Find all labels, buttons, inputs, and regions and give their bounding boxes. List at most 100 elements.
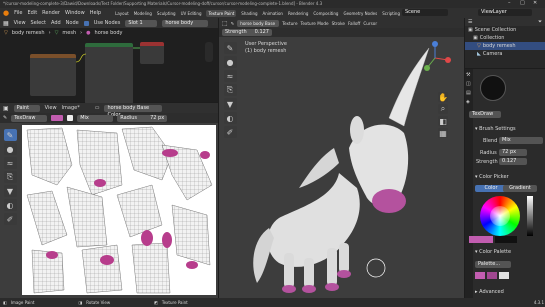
uv-texture-canvas[interactable] — [22, 125, 216, 295]
tab-uv-editing[interactable]: UV Editing — [181, 11, 202, 16]
advanced-header[interactable]: ▸ Advanced — [475, 288, 504, 297]
outliner-item[interactable]: ▣ Collection — [465, 34, 545, 42]
pan-view-icon[interactable]: ✋ — [438, 92, 448, 102]
palette-swatch[interactable] — [475, 272, 485, 279]
viewport-header: ⬚ ✎ horse body Base ... Texture Texture … — [219, 18, 464, 33]
viewport-smear-tool-icon[interactable]: ≈ — [223, 70, 237, 82]
tab-layout[interactable]: Layout — [115, 11, 129, 16]
tab-animation[interactable]: Animation — [263, 11, 283, 16]
perspective-toggle-icon[interactable]: ▦ — [438, 128, 448, 138]
menu-window[interactable]: Window — [65, 10, 85, 16]
viewport-nav-buttons: ✋ ⌕ ◧ ▦ — [438, 90, 448, 140]
color-picker-header[interactable]: ▾ Color Picker — [475, 173, 509, 182]
secondary-color-swatch[interactable] — [495, 236, 517, 243]
blender-logo-icon[interactable]: ● — [3, 9, 9, 17]
viewport-menu-falloff[interactable]: Falloff — [348, 21, 360, 26]
palette-swatch[interactable] — [487, 272, 497, 279]
current-color-swatch[interactable] — [469, 236, 493, 243]
tab-texture-paint[interactable]: Texture Paint — [206, 9, 237, 17]
menu-render[interactable]: Render — [42, 10, 60, 16]
annotate-tool-icon[interactable]: ✐ — [3, 213, 17, 225]
close-icon[interactable]: ✕ — [533, 0, 537, 6]
viewport-brush-icon: ✎ — [230, 20, 235, 26]
viewport-menu-cursor[interactable]: Cursor — [363, 21, 377, 26]
mode-selector[interactable]: Paint — [13, 104, 40, 112]
viewport-menu-texture[interactable]: Texture — [282, 21, 297, 26]
mask-tool-icon[interactable]: ◐ — [3, 199, 17, 211]
brush-name-field[interactable]: TexDraw — [469, 111, 501, 118]
output-tab-icon[interactable]: ▤ — [466, 90, 472, 96]
clone-tool-icon[interactable]: ⎘ — [3, 171, 17, 183]
value-slider[interactable] — [527, 196, 533, 236]
unicorn-model[interactable] — [239, 38, 439, 298]
tab-compositing[interactable]: Compositing — [313, 11, 338, 16]
radius-label: Radius — [120, 114, 137, 121]
strength-label: Strength — [225, 29, 247, 35]
palette-selector[interactable]: Palette... — [475, 261, 511, 268]
tab-shading[interactable]: Shading — [241, 11, 257, 16]
outliner: ☰ ⏷ ▣ Scene Collection ▣ Collection ▽ bo… — [465, 18, 545, 68]
node-editor: ▦ View Select Add Node Use Nodes Slot 1 … — [0, 18, 218, 104]
scene-tab-icon[interactable]: ◈ — [466, 99, 472, 105]
outliner-item-selected[interactable]: ▽ body remesh — [465, 42, 545, 50]
image-editor-type-icon[interactable]: ▣ — [3, 105, 9, 112]
maximize-icon[interactable]: □ — [520, 0, 525, 6]
status-image-paint: Image Paint — [10, 300, 35, 305]
smear-tool-icon[interactable]: ≈ — [3, 157, 17, 169]
scene-selector[interactable]: Scene — [402, 9, 448, 16]
viewport-menu-texture-mode[interactable]: Texture Mode — [301, 21, 329, 26]
viewport-3d: ⬚ ✎ horse body Base ... Texture Texture … — [219, 18, 464, 298]
view-layer-selector[interactable]: ViewLayer — [478, 9, 532, 16]
radius-field[interactable]: 72 px — [499, 149, 527, 156]
outliner-item[interactable]: ◣ Camera — [465, 50, 545, 58]
menu-edit[interactable]: Edit — [27, 10, 37, 16]
secondary-color-swatch[interactable] — [67, 115, 74, 121]
image-menu-image[interactable]: Image* — [62, 105, 80, 111]
tool-tab-icon[interactable]: ⚒ — [466, 72, 472, 78]
radius-field[interactable]: Radius 72 px — [117, 114, 168, 122]
brush-selector[interactable]: TexDraw — [11, 114, 48, 122]
camera-view-icon[interactable]: ◧ — [438, 116, 448, 126]
filter-icon[interactable]: ⏷ — [538, 19, 542, 25]
mouse-middle-icon: ◨ — [78, 300, 83, 305]
viewport-brush-selector[interactable]: horse body Base ... — [237, 19, 280, 33]
viewport-mask-tool-icon[interactable]: ◐ — [223, 112, 237, 124]
blend-field[interactable]: Mix — [499, 137, 543, 144]
brush-preview[interactable] — [480, 75, 506, 101]
draw-tool-icon[interactable]: ✎ — [3, 129, 17, 141]
strength-field[interactable]: Strength 0.127 — [222, 29, 272, 36]
viewport-draw-tool-icon[interactable]: ✎ — [223, 42, 237, 54]
outliner-type-icon[interactable]: ☰ — [468, 19, 472, 25]
viewport-menu-stroke[interactable]: Stroke — [332, 21, 345, 26]
tab-sculpting[interactable]: Sculpting — [157, 11, 176, 16]
image-menu-view[interactable]: View — [45, 105, 57, 111]
tab-rendering[interactable]: Rendering — [288, 11, 308, 16]
version-label: 4.3.1 — [533, 300, 544, 305]
menu-file[interactable]: File — [14, 10, 22, 16]
viewport-annotate-tool-icon[interactable]: ✐ — [223, 126, 237, 138]
minimize-icon[interactable]: – — [508, 0, 511, 6]
brush-color-swatch[interactable] — [51, 115, 64, 121]
tab-modeling[interactable]: Modeling — [134, 11, 152, 16]
strength-field[interactable]: 0.127 — [499, 158, 527, 165]
palette-swatch[interactable] — [499, 272, 509, 279]
soften-tool-icon[interactable]: ● — [3, 143, 17, 155]
image-name-field[interactable]: horse body Base Color — [104, 104, 163, 118]
blend-selector[interactable]: Mix — [77, 114, 114, 122]
viewport-fill-tool-icon[interactable]: ▼ — [223, 98, 237, 110]
color-palette-header[interactable]: ▾ Color Palette — [475, 248, 511, 257]
axis-gizmo[interactable] — [415, 38, 455, 78]
viewport-clone-tool-icon[interactable]: ⎘ — [223, 84, 237, 96]
fill-tool-icon[interactable]: ▼ — [3, 185, 17, 197]
tab-scripting[interactable]: Scripting — [382, 11, 400, 16]
brush-settings-header[interactable]: ▾ Brush Settings — [475, 125, 516, 134]
tab-geometry-nodes[interactable]: Geometry Nodes — [343, 11, 377, 16]
navigation-gizmo[interactable] — [205, 42, 213, 62]
menu-help[interactable]: Help — [90, 10, 101, 16]
outliner-scene-collection[interactable]: ▣ Scene Collection — [465, 26, 545, 34]
viewport-soften-tool-icon[interactable]: ● — [223, 56, 237, 68]
viewport-type-icon[interactable]: ⬚ — [222, 20, 228, 27]
zoom-view-icon[interactable]: ⌕ — [438, 104, 448, 114]
gradient-tab[interactable]: Gradient — [503, 185, 537, 192]
render-tab-icon[interactable]: ◫ — [466, 81, 472, 87]
